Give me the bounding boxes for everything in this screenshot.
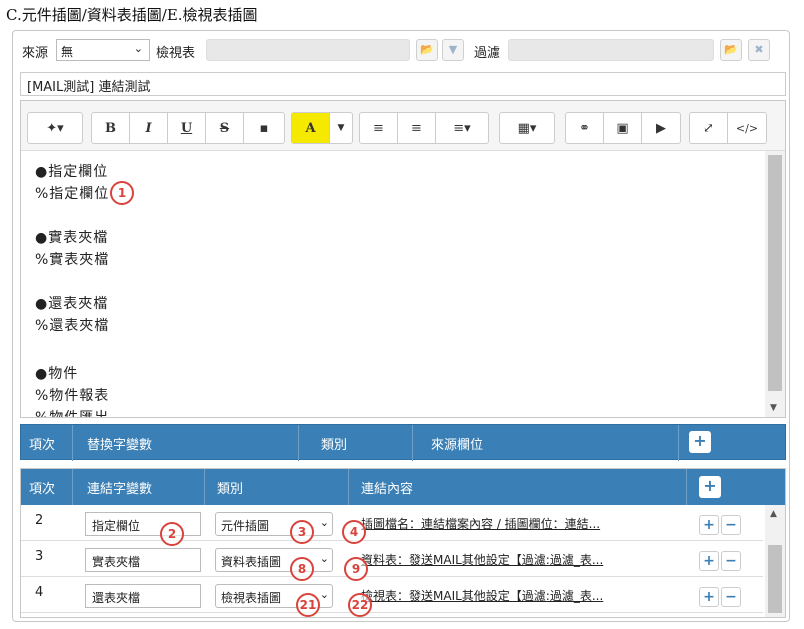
eraser-icon[interactable]: ▪ xyxy=(244,113,284,143)
col-no: 項次 xyxy=(21,469,73,505)
type-value: 資料表插圖 xyxy=(221,555,282,569)
scrollbar-thumb[interactable] xyxy=(768,545,782,613)
scrollbar-thumb[interactable] xyxy=(768,155,782,391)
strikethrough-icon[interactable]: S xyxy=(206,113,244,143)
chevron-down-icon: ⌄ xyxy=(319,552,329,565)
image-icon[interactable]: ▣ xyxy=(604,113,642,143)
video-icon[interactable]: ▶ xyxy=(642,113,680,143)
add-icon[interactable]: + xyxy=(699,515,719,535)
filter-icon[interactable]: ▼ xyxy=(442,39,464,61)
chevron-down-icon: ⌄ xyxy=(133,42,143,55)
link-content[interactable]: 插圖檔名：連結檔案內容 / 插圖欄位：連結... xyxy=(361,515,686,532)
bullet-list-icon[interactable]: ≡ xyxy=(360,113,398,143)
add-icon[interactable]: + xyxy=(699,551,719,571)
view-field[interactable] xyxy=(206,39,410,61)
chevron-down-icon[interactable]: ▼ xyxy=(330,113,352,143)
editor-line: %物件匯出 xyxy=(35,407,749,417)
col-type: 類別 xyxy=(299,425,413,461)
link-icon[interactable]: ⚭ xyxy=(566,113,604,143)
underline-icon[interactable]: U xyxy=(168,113,206,143)
magic-wand-icon[interactable]: ✦▾ xyxy=(28,113,82,143)
filter-bar: 來源 無 ⌄ 檢視表 📂 ▼ 過濾 📂 ✖ xyxy=(22,38,782,62)
code-view-icon[interactable]: </> xyxy=(728,113,766,143)
link-var-input[interactable]: 實表夾檔 xyxy=(85,548,201,572)
editor-line: ●還表夾檔 xyxy=(35,296,109,312)
link-content[interactable]: 檢視表：發送MAIL其他設定【過濾:過濾_表... xyxy=(361,587,686,604)
highlight-color-icon[interactable]: A xyxy=(292,113,330,143)
type-select[interactable]: 資料表插圖 ⌄ xyxy=(215,548,333,572)
table-icon[interactable]: ▦▾ xyxy=(500,113,554,143)
grid-scrollbar[interactable]: ▲ xyxy=(765,505,785,617)
add-row-button[interactable]: + xyxy=(689,431,711,453)
chevron-down-icon: ⌄ xyxy=(319,516,329,529)
annotation-marker: 4 xyxy=(342,520,366,544)
link-var-input[interactable]: 還表夾檔 xyxy=(85,584,201,608)
editor-line: ●物件 xyxy=(35,366,79,382)
chevron-down-icon: ⌄ xyxy=(319,588,329,601)
scroll-down-icon[interactable]: ▼ xyxy=(770,403,777,413)
editor-line: %物件報表 xyxy=(35,388,110,404)
rich-text-editor: ✦▾ B I U S ▪ A ▼ ≡ ≡ ≡▾ ▦▾ ⚭ ▣ ▶ ⤢ </> ●… xyxy=(20,100,786,418)
row-no: 2 xyxy=(35,513,44,528)
fullscreen-icon[interactable]: ⤢ xyxy=(690,113,728,143)
table-row: 4 還表夾檔 檢視表插圖 ⌄ 檢視表：發送MAIL其他設定【過濾:過濾_表...… xyxy=(21,577,763,613)
editor-line: %實表夾檔 xyxy=(35,252,110,268)
col-type: 類別 xyxy=(205,469,349,505)
add-row-button[interactable]: + xyxy=(699,476,721,498)
replace-variable-grid: 項次 替換字變數 類別 來源欄位 + xyxy=(20,424,786,461)
type-value: 檢視表插圖 xyxy=(221,591,282,605)
editor-line: %還表夾檔 xyxy=(35,318,110,334)
source-value: 無 xyxy=(61,45,74,59)
type-select[interactable]: 元件插圖 ⌄ xyxy=(215,512,333,536)
row-no: 3 xyxy=(35,549,44,564)
annotation-marker: 9 xyxy=(344,557,368,581)
col-link-content: 連結內容 xyxy=(349,469,687,505)
clear-icon[interactable]: ✖ xyxy=(748,39,770,61)
folder-open-icon[interactable]: 📂 xyxy=(720,39,742,61)
annotation-marker: 21 xyxy=(296,593,320,617)
annotation-marker: 1 xyxy=(110,181,134,205)
filter-label: 過濾 xyxy=(474,46,501,61)
table-row: 2 指定欄位 元件插圖 ⌄ 插圖檔名：連結檔案內容 / 插圖欄位：連結... +… xyxy=(21,505,763,541)
remove-icon[interactable]: − xyxy=(721,515,741,535)
editor-scrollbar[interactable]: ▼ xyxy=(765,151,785,417)
annotation-marker: 3 xyxy=(290,520,314,544)
editor-line: %指定欄位 xyxy=(35,186,110,202)
col-link-var: 連結字變數 xyxy=(73,469,205,505)
col-source-field: 來源欄位 xyxy=(413,425,679,461)
source-select[interactable]: 無 ⌄ xyxy=(56,39,150,61)
table-row: 3 實表夾檔 資料表插圖 ⌄ 資料表：發送MAIL其他設定【過濾:過濾_表...… xyxy=(21,541,763,577)
add-icon[interactable]: + xyxy=(699,587,719,607)
type-value: 元件插圖 xyxy=(221,519,270,533)
col-replace-var: 替換字變數 xyxy=(73,425,299,461)
annotation-marker: 8 xyxy=(290,557,314,581)
scroll-up-icon[interactable]: ▲ xyxy=(770,509,777,519)
bold-icon[interactable]: B xyxy=(92,113,130,143)
view-label: 檢視表 xyxy=(156,46,196,61)
link-content[interactable]: 資料表：發送MAIL其他設定【過濾:過濾_表... xyxy=(361,551,686,568)
remove-icon[interactable]: − xyxy=(721,587,741,607)
align-icon[interactable]: ≡▾ xyxy=(436,113,488,143)
source-label: 來源 xyxy=(22,46,49,61)
grid-header: 項次 連結字變數 類別 連結內容 + xyxy=(21,469,785,505)
row-no: 4 xyxy=(35,585,44,600)
remove-icon[interactable]: − xyxy=(721,551,741,571)
editor-line: ●指定欄位 xyxy=(35,164,109,180)
editor-toolbar: ✦▾ B I U S ▪ A ▼ ≡ ≡ ≡▾ ▦▾ ⚭ ▣ ▶ ⤢ </> xyxy=(21,101,785,151)
editor-line: ●實表夾檔 xyxy=(35,230,109,246)
filter-field[interactable] xyxy=(508,39,714,61)
annotation-marker: 2 xyxy=(160,522,184,546)
col-no: 項次 xyxy=(21,425,73,461)
page-title: C.元件插圖/資料表插圖/E.檢視表插圖 xyxy=(6,6,258,24)
folder-open-icon[interactable]: 📂 xyxy=(416,39,438,61)
subject-input[interactable]: [MAIL測試] 連結測試 xyxy=(20,72,786,96)
link-variable-grid: 項次 連結字變數 類別 連結內容 + 2 指定欄位 元件插圖 ⌄ 插圖檔名：連結… xyxy=(20,468,786,618)
annotation-marker: 22 xyxy=(348,593,372,617)
italic-icon[interactable]: I xyxy=(130,113,168,143)
numbered-list-icon[interactable]: ≡ xyxy=(398,113,436,143)
